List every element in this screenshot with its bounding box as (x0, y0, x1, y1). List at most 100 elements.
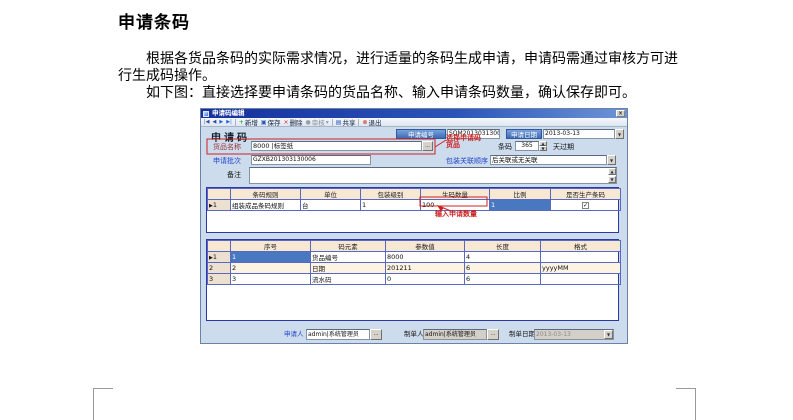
annotation-select-goods: 选择申请码 货品 (446, 135, 481, 149)
seq-cell[interactable]: 2 (231, 263, 311, 274)
value-cell[interactable]: 201211 (386, 263, 465, 274)
nav-prev-icon[interactable]: ◀ (213, 119, 217, 125)
element-cell[interactable]: 货品编号 (311, 252, 386, 263)
intro-paragraph: 根据各货品条码的实际需求情况，进行适量的条码生成申请，申请码需通过审核方可进行生… (118, 51, 684, 85)
apply-code-edit-window: 申请码编辑 × |◀ ◀ ▶ ▶| + 新增 ▣ 保存 × 删除 ● 审核 ▾ … (200, 108, 628, 344)
goods-name-label: 货品名称 (213, 142, 241, 152)
produce-barcode-checkbox[interactable]: ✓ (582, 202, 589, 209)
rule-header: 生码数量 (421, 189, 490, 200)
length-cell[interactable]: 4 (465, 252, 541, 263)
element-header: 长度 (465, 241, 541, 252)
element-header-selector (208, 241, 231, 252)
rule-table: 条码规则 单位 包装级别 生码数量 比例 是否生产条码 ▶1 组装成品条码规则 … (206, 187, 619, 233)
element-header: 参数值 (386, 241, 465, 252)
chevron-down-icon: ▾ (326, 119, 329, 126)
maker-input[interactable]: admin|系统管理员 (423, 329, 487, 340)
format-cell[interactable] (541, 274, 621, 285)
format-cell[interactable]: yyyyMM (541, 263, 621, 274)
element-cell[interactable]: 日期 (311, 263, 386, 274)
element-header: 码元素 (311, 241, 386, 252)
apply-date-dropdown-icon[interactable]: ▼ (615, 129, 624, 139)
add-button[interactable]: + 新增 (239, 117, 258, 127)
element-cell[interactable]: 流水码 (311, 274, 386, 285)
make-date-dropdown-icon[interactable]: ▼ (604, 330, 613, 339)
expire-suffix-label: 天过期 (553, 142, 574, 152)
value-cell[interactable]: 0 (386, 274, 465, 285)
plus-icon: + (239, 119, 244, 126)
level-cell[interactable]: 1 (361, 200, 421, 211)
produce-cell[interactable]: ✓ (551, 200, 621, 211)
manual-page: 申请条码 根据各货品条码的实际需求情况，进行适量的条码生成申请，申请码需通过审核… (118, 8, 684, 102)
delete-icon: × (283, 119, 288, 126)
window-toolbar: |◀ ◀ ▶ ▶| + 新增 ▣ 保存 × 删除 ● 审核 ▾ ▤ 共享 ⊗ 退 (201, 118, 627, 127)
rule-table-row: ▶1 组装成品条码规则 台 1 100 1 ✓ (208, 200, 621, 211)
scroll-down-icon[interactable]: ▼ (608, 176, 616, 183)
unit-cell[interactable]: 台 (301, 200, 361, 211)
audit-icon: ● (306, 119, 311, 126)
length-cell[interactable]: 6 (465, 274, 541, 285)
instruction-paragraph: 如下图：直接选择要申请条码的货品名称、输入申请条码数量，确认保存即可。 (118, 85, 684, 102)
element-table-row: 2 2 日期 201211 6 yyyyMM (208, 263, 621, 274)
format-cell[interactable] (541, 252, 621, 263)
row-selector-cell[interactable]: 2 (208, 263, 231, 274)
spin-down-icon[interactable]: ▼ (539, 146, 547, 151)
goods-annotation-line (435, 140, 446, 147)
maker-lookup-icon[interactable]: ... (487, 329, 499, 340)
rule-table-header-row: 条码规则 单位 包装级别 生码数量 比例 是否生产条码 (208, 189, 621, 200)
rule-header: 单位 (301, 189, 361, 200)
audit-button[interactable]: ● 审核 ▾ (306, 117, 329, 127)
rule-header: 包装级别 (361, 189, 421, 200)
row-selector-cell[interactable]: ▶1 (208, 200, 231, 211)
close-icon[interactable]: × (616, 110, 625, 117)
share-button[interactable]: ▤ 共享 (336, 117, 356, 127)
remark-textarea[interactable] (249, 167, 617, 184)
rule-cell[interactable]: 组装成品条码规则 (231, 200, 301, 211)
length-cell[interactable]: 6 (465, 263, 541, 274)
expire-days-input[interactable]: 365 (515, 141, 539, 151)
barcode-label: 条码 (498, 142, 512, 152)
expire-days-stepper[interactable]: ▲ ▼ (539, 141, 547, 151)
apply-date-input[interactable]: 2013-03-13 (543, 129, 615, 139)
nav-last-icon[interactable]: ▶| (226, 119, 232, 125)
applicant-input[interactable]: admin|系统管理员 (306, 329, 370, 340)
row-selector-cell[interactable]: 3 (208, 274, 231, 285)
element-table-row: ▶1 1 货品编号 8000 4 (208, 252, 621, 263)
applicant-label: 申请人 (284, 329, 304, 340)
page-margin-mark-right (676, 388, 696, 420)
window-icon (203, 111, 209, 117)
apply-no-label: 申请编号 (396, 129, 446, 139)
batch-input[interactable]: GZXB201303130006 (251, 155, 371, 165)
page-margin-mark-left (93, 388, 113, 420)
nav-next-icon[interactable]: ▶ (219, 119, 223, 125)
remark-scrollbar[interactable]: ▲ ▼ (608, 168, 616, 183)
value-cell[interactable]: 8000 (386, 252, 465, 263)
apply-date-label: 申请日期 (506, 129, 542, 139)
make-date-input[interactable]: 2013-03-13 (534, 329, 614, 340)
scroll-up-icon[interactable]: ▲ (608, 168, 616, 175)
element-table-row: 3 3 流水码 0 6 (208, 274, 621, 285)
element-table-header-row: 序号 码元素 参数值 长度 格式 (208, 241, 621, 252)
remark-label: 备注 (227, 170, 241, 180)
goods-name-input[interactable]: 8000 |标签纸 (251, 141, 422, 151)
toolbar-separator (358, 119, 359, 126)
exit-icon: ⊗ (362, 119, 367, 126)
delete-button[interactable]: × 删除 (283, 117, 302, 127)
save-button[interactable]: ▣ 保存 (261, 117, 281, 127)
batch-label: 申请批次 (213, 156, 241, 166)
rule-header: 比例 (490, 189, 551, 200)
seq-cell[interactable]: 3 (231, 274, 311, 285)
nav-first-icon[interactable]: |◀ (204, 119, 210, 125)
page-title: 申请条码 (118, 8, 684, 33)
rule-header: 是否生产条码 (551, 189, 621, 200)
element-table: 序号 码元素 参数值 长度 格式 ▶1 1 货品编号 8000 4 2 2 日期… (206, 239, 619, 321)
goods-lookup-icon[interactable]: ... (422, 141, 433, 151)
ratio-cell[interactable]: 1 (490, 200, 551, 211)
seq-cell[interactable]: 1 (231, 252, 311, 263)
qty-cell[interactable]: 100 (421, 200, 490, 211)
package-order-select[interactable]: 后关联或无关联 (490, 155, 607, 165)
package-order-label: 包装关联顺序 (446, 156, 488, 166)
applicant-lookup-icon[interactable]: ... (370, 329, 382, 340)
package-order-dropdown-icon[interactable]: ▼ (607, 155, 616, 165)
exit-button[interactable]: ⊗ 退出 (362, 117, 381, 127)
row-selector-cell[interactable]: ▶1 (208, 252, 231, 263)
